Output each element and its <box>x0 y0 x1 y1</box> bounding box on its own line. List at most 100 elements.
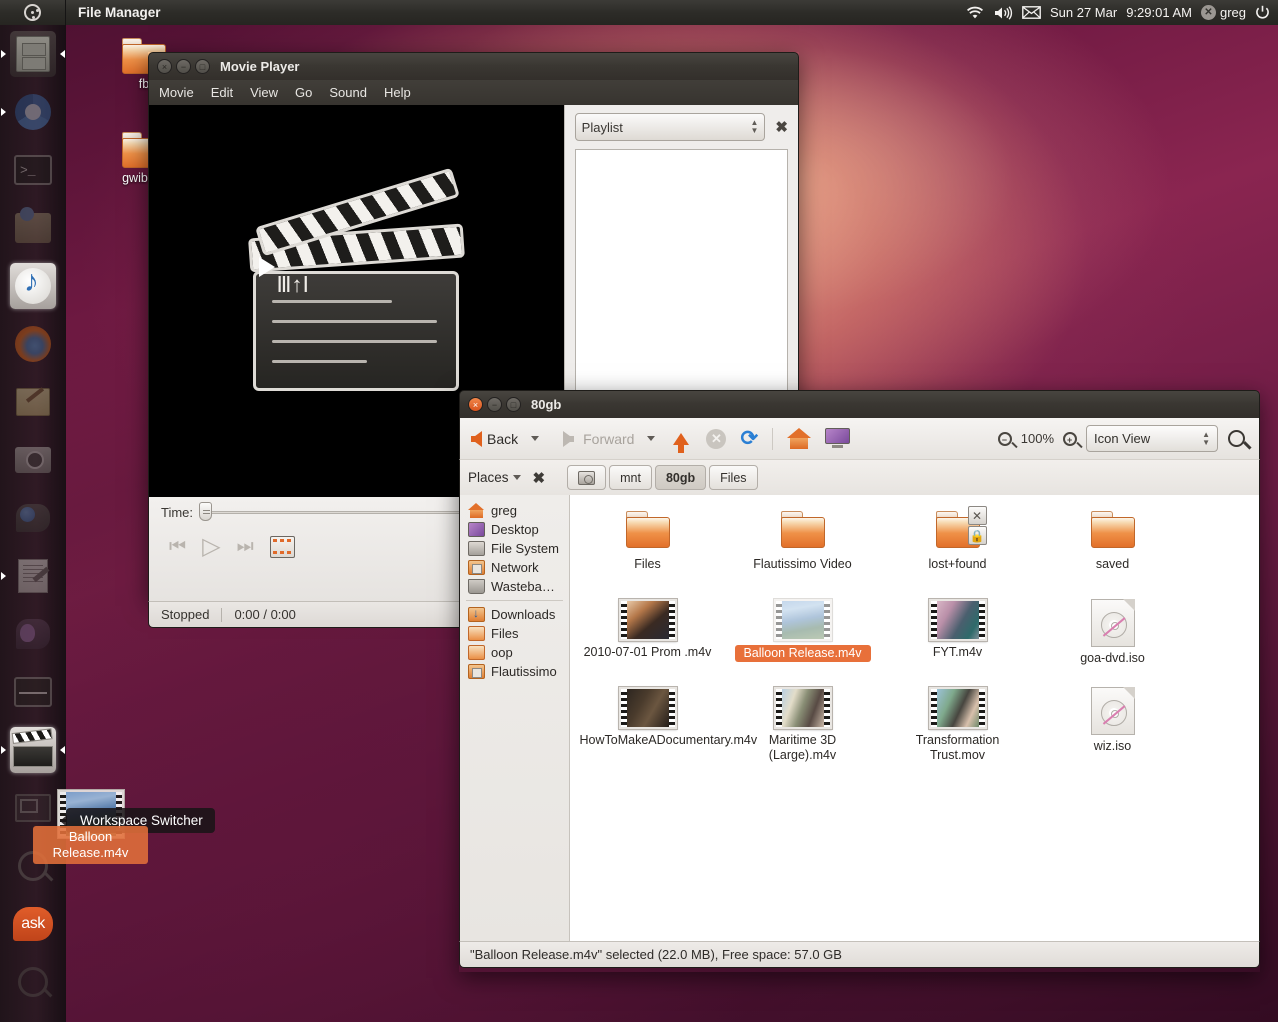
file-item-transformation-trust[interactable]: Transformation Trust.mov <box>880 681 1035 769</box>
menu-sound[interactable]: Sound <box>329 85 367 100</box>
minimize-button[interactable]: − <box>487 397 502 412</box>
zoom-out-button[interactable]: − <box>993 429 1017 449</box>
view-mode-select[interactable]: Icon View ▲ ▼ <box>1086 425 1218 452</box>
file-item-howtomakeadocumentary[interactable]: HowToMakeADocumentary.m4v <box>570 681 758 769</box>
computer-button[interactable] <box>820 425 855 452</box>
launcher-item-movie-player[interactable] <box>0 721 66 779</box>
take-screenshot-icon[interactable] <box>269 535 295 558</box>
breadcrumb-files[interactable]: Files <box>709 465 758 490</box>
power-icon[interactable] <box>1255 5 1270 20</box>
close-icon[interactable]: ✖ <box>775 118 788 136</box>
sidebar-item-oop[interactable]: oop <box>460 643 569 662</box>
offline-status-icon: ✕ <box>1200 5 1216 20</box>
next-track-icon[interactable]: ⏭ <box>237 536 254 558</box>
sidebar-item-downloads[interactable]: Downloads <box>460 605 569 624</box>
places-dropdown[interactable]: Places <box>468 470 521 485</box>
previous-track-icon[interactable]: ⏮ <box>169 536 186 558</box>
menu-help[interactable]: Help <box>384 85 411 100</box>
file-item-files[interactable]: Files <box>570 505 725 593</box>
ubuntu-menu-button[interactable] <box>0 0 66 25</box>
play-icon[interactable]: ▷ <box>202 532 220 561</box>
file-item-lost-found[interactable]: ✕ 🔒 lost+found <box>880 505 1035 593</box>
launcher-item-firefox[interactable] <box>0 315 66 373</box>
volume-icon[interactable] <box>993 5 1013 20</box>
panel-clock[interactable]: 9:29:01 AM <box>1126 5 1192 20</box>
menu-edit[interactable]: Edit <box>211 85 233 100</box>
pidgin-icon <box>10 611 56 657</box>
launcher-item-software-center[interactable] <box>0 199 66 257</box>
movie-player-titlebar[interactable]: × − □ Movie Player <box>148 52 799 80</box>
menu-movie[interactable]: Movie <box>159 85 194 100</box>
launcher-item-camera[interactable] <box>0 431 66 489</box>
zoom-in-button[interactable]: + <box>1058 429 1082 449</box>
file-item-wiz-iso[interactable]: wiz.iso <box>1035 681 1190 769</box>
launcher-item-chromium[interactable] <box>0 83 66 141</box>
launcher-item-system-monitor[interactable] <box>0 663 66 721</box>
file-item-label: HowToMakeADocumentary.m4v <box>579 733 758 747</box>
file-item-label: lost+found <box>928 557 987 571</box>
sidebar-item-files[interactable]: Files <box>460 624 569 643</box>
file-manager-titlebar[interactable]: × − □ 80gb <box>459 390 1260 418</box>
sidebar-item-wastebasket[interactable]: Wasteba… <box>460 577 569 596</box>
launcher-item-banshee[interactable] <box>0 257 66 315</box>
banshee-icon <box>10 263 56 309</box>
sidebar-item-desktop[interactable]: Desktop <box>460 520 569 539</box>
maximize-button[interactable]: □ <box>195 59 210 74</box>
breadcrumb-mnt[interactable]: mnt <box>609 465 652 490</box>
launcher-item-notes[interactable] <box>0 373 66 431</box>
home-button[interactable] <box>782 425 816 452</box>
stop-button[interactable]: ✕ <box>701 426 731 452</box>
video-thumbnail-icon <box>772 598 833 642</box>
file-item-2010-07-01-prom[interactable]: 2010-07-01 Prom .m4v <box>570 593 725 681</box>
panel-indicators: Sun 27 Mar 9:29:01 AM ✕ greg <box>966 5 1278 20</box>
launcher-item-gwibber[interactable] <box>0 489 66 547</box>
file-item-flautissimo-video[interactable]: Flautissimo Video <box>725 505 880 593</box>
file-item-balloon-release[interactable]: Balloon Release.m4v <box>725 593 880 681</box>
launcher-item-ask-ubuntu[interactable]: ask <box>0 895 66 953</box>
arrow-right-icon <box>563 430 575 447</box>
playlist-selector[interactable]: Playlist ▲ ▼ <box>574 113 766 141</box>
sidebar-item-file-system[interactable]: File System <box>460 539 569 558</box>
close-button[interactable]: × <box>468 397 483 412</box>
file-icon-view[interactable]: Files Flautissimo Video ✕ 🔒 lost+found s… <box>570 495 1259 941</box>
up-button[interactable] <box>665 432 697 453</box>
launcher-item-pidgin[interactable] <box>0 605 66 663</box>
breadcrumb-80gb[interactable]: 80gb <box>654 465 707 490</box>
forward-history-chevron-down-icon[interactable] <box>647 436 656 441</box>
maximize-button[interactable]: □ <box>506 397 521 412</box>
back-label: Back <box>487 430 519 447</box>
close-sidebar-icon[interactable]: ✖ <box>533 469 546 487</box>
mail-icon[interactable] <box>1022 6 1041 19</box>
file-item-fyt[interactable]: FYT.m4v <box>880 593 1035 681</box>
file-item-goa-dvd-iso[interactable]: goa-dvd.iso <box>1035 593 1190 681</box>
back-history-chevron-down-icon[interactable] <box>531 436 540 441</box>
launcher-item-terminal[interactable]: >_ <box>0 141 66 199</box>
wifi-icon[interactable] <box>966 6 984 20</box>
user-menu[interactable]: ✕ greg <box>1200 5 1246 20</box>
file-item-label: 2010-07-01 Prom .m4v <box>583 645 712 659</box>
file-manager-window[interactable]: × − □ 80gb Back Forward ✕ ⟳ − 100% + Ico… <box>459 390 1260 972</box>
sidebar-item-label: Downloads <box>491 607 556 622</box>
forward-button[interactable]: Forward <box>549 428 639 450</box>
launcher-item-text-editor[interactable] <box>0 547 66 605</box>
sidebar-item-flautissimo[interactable]: Flautissimo <box>460 662 569 681</box>
file-item-maritime-3d-large[interactable]: Maritime 3D (Large).m4v <box>725 681 880 769</box>
sidebar-item-greg[interactable]: greg <box>460 501 569 520</box>
close-button[interactable]: × <box>157 59 172 74</box>
launcher-item-file-manager[interactable] <box>0 25 66 83</box>
seek-handle[interactable] <box>199 502 213 521</box>
panel-date[interactable]: Sun 27 Mar <box>1050 5 1117 20</box>
sidebar-item-label: Files <box>491 626 519 641</box>
file-item-saved[interactable]: saved <box>1035 505 1190 593</box>
search-icon[interactable] <box>1228 430 1245 447</box>
breadcrumb-root[interactable] <box>567 465 607 490</box>
arrow-up-icon <box>673 432 690 453</box>
minimize-button[interactable]: − <box>176 59 191 74</box>
back-button[interactable]: Back <box>466 428 523 450</box>
launcher-item-dash-search[interactable] <box>0 953 66 1011</box>
reload-button[interactable]: ⟳ <box>735 423 763 454</box>
sidebar-item-network[interactable]: Network <box>460 558 569 577</box>
menu-go[interactable]: Go <box>295 85 312 100</box>
places-label: Places <box>468 470 509 485</box>
menu-view[interactable]: View <box>250 85 278 100</box>
